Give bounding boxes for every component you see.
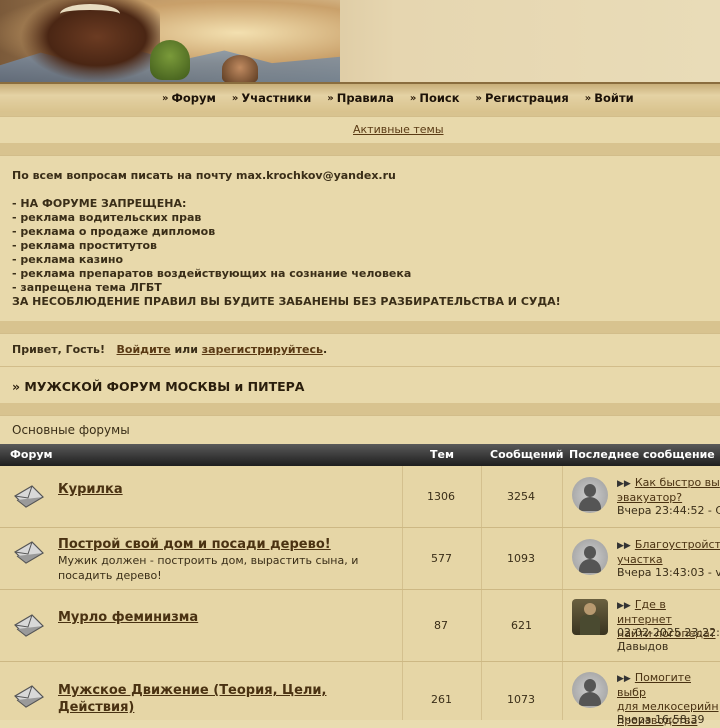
divider — [0, 321, 720, 333]
banner-orc — [150, 40, 190, 80]
double-chevron-icon: » — [409, 92, 417, 104]
nav-login[interactable]: » Войти — [585, 91, 634, 105]
forum-title-link[interactable]: Построй свой дом и посади дерево! — [58, 537, 331, 552]
last-post-meta: Вчера 16:58:39 — [617, 713, 705, 726]
avatar[interactable] — [572, 477, 608, 513]
nav-search[interactable]: » Поиск — [410, 91, 460, 105]
double-chevron-icon: » — [584, 92, 592, 104]
divider — [0, 143, 720, 155]
forum-row: Мурло феминизма 87 621 ▶▶ Где в интернет н… — [0, 590, 720, 662]
nav-rules[interactable]: » Правила — [327, 91, 394, 105]
register-link[interactable]: зарегистрируйтесь — [202, 343, 323, 356]
envelope-icon — [14, 485, 44, 508]
forum-title-bar: » МУЖСКОЙ ФОРУМ МОСКВЫ и ПИТЕРА — [0, 366, 720, 404]
last-post-meta: Вчера 13:43:03 - v — [617, 566, 720, 579]
goto-icon: ▶▶ — [617, 601, 631, 611]
double-chevron-icon: » — [475, 92, 483, 104]
post-count: 621 — [511, 619, 532, 632]
goto-icon: ▶▶ — [617, 479, 631, 489]
double-chevron-icon: » — [162, 92, 169, 104]
section-bar: Основные форумы — [0, 415, 720, 445]
goto-icon: ▶▶ — [617, 541, 631, 551]
greeting-dot: . — [322, 343, 328, 356]
last-post-link[interactable]: ▶▶ Благоустройст участка — [617, 538, 720, 567]
col-last-post: Последнее сообщение — [569, 448, 715, 461]
last-post-author: Давыдов — [617, 640, 669, 653]
col-topics: Тем — [430, 448, 454, 461]
active-topics-link[interactable]: Активные темы — [353, 123, 444, 136]
col-forum: Форум — [10, 448, 53, 461]
contact-text: По всем вопросам писать на почту max.kro… — [12, 169, 396, 182]
rule-item: - запрещена тема ЛГБТ — [12, 281, 162, 294]
double-chevron-icon: » — [327, 92, 334, 104]
rule-item: - реклама проститутов — [12, 239, 157, 252]
banner-human — [222, 55, 258, 82]
rule-item: - реклама о продаже дипломов — [12, 225, 216, 238]
active-topics-bar: Активные темы — [0, 116, 720, 144]
forum-title-link[interactable]: Курилка — [58, 482, 123, 497]
avatar[interactable] — [572, 599, 608, 635]
topic-count: 577 — [431, 552, 452, 565]
greeting-text: Привет, Гость! — [12, 343, 106, 356]
col-posts: Сообщений — [490, 448, 564, 461]
banner-horn — [60, 4, 120, 24]
post-count: 1073 — [507, 693, 535, 706]
main-nav: » Форум » Участники » Правила » Поиск » Регис… — [0, 82, 720, 114]
last-post-meta: 02-02-2025 23:22: — [617, 626, 720, 639]
envelope-icon — [14, 685, 44, 708]
post-count: 3254 — [507, 490, 535, 503]
announcement: По всем вопросам писать на почту max.kro… — [0, 155, 720, 322]
topic-count: 87 — [434, 619, 448, 632]
forum-title-link[interactable]: Мужское Движение (Теория, Цели, Действия… — [58, 682, 348, 716]
forum-table-header: Форум Тем Сообщений Последнее сообщение — [0, 444, 720, 466]
envelope-icon — [14, 614, 44, 637]
guest-greeting: Привет, Гость! Войдите или зарегистрируй… — [0, 333, 720, 367]
envelope-icon — [14, 541, 44, 564]
double-chevron-icon: » — [231, 92, 239, 104]
goto-icon: ▶▶ — [617, 674, 631, 684]
rule-item: - реклама водительских прав — [12, 211, 202, 224]
section-title: Основные форумы — [12, 423, 130, 437]
avatar[interactable] — [572, 672, 608, 708]
avatar[interactable] — [572, 539, 608, 575]
forum-title[interactable]: » МУЖСКОЙ ФОРУМ МОСКВЫ и ПИТЕРА — [12, 379, 304, 394]
rule-item: - реклама казино — [12, 253, 124, 266]
divider — [0, 403, 720, 415]
greeting-or: или — [174, 343, 198, 356]
forum-row: Мужское Движение (Теория, Цели, Действия… — [0, 662, 720, 727]
rule-item: - реклама препаратов воздействующих на с… — [12, 267, 412, 280]
forum-row: Построй свой дом и посади дерево! Мужик … — [0, 528, 720, 590]
last-post-meta: Вчера 23:44:52 - С — [617, 504, 720, 517]
nav-forum[interactable]: » Форум — [162, 91, 216, 105]
header-banner — [0, 0, 720, 82]
forum-description: Мужик должен - построить дом, вырастить … — [58, 554, 359, 582]
forum-title-link[interactable]: Мурло феминизма — [58, 610, 198, 625]
topic-count: 1306 — [427, 490, 455, 503]
forum-row: Курилка 1306 3254 ▶▶ Как быстро вы эвакуат… — [0, 466, 720, 528]
rules-header: - НА ФОРУМЕ ЗАПРЕЩЕНА: — [12, 197, 187, 210]
nav-members[interactable]: » Участники — [232, 91, 311, 105]
ban-warning: ЗА НЕСОБЛЮДЕНИЕ ПРАВИЛ ВЫ БУДИТЕ ЗАБАНЕН… — [12, 295, 561, 308]
login-link[interactable]: Войдите — [117, 343, 171, 356]
last-post-link[interactable]: ▶▶ Как быстро вы эвакуатор? — [617, 476, 720, 505]
post-count: 1093 — [507, 552, 535, 565]
topic-count: 261 — [431, 693, 452, 706]
nav-register[interactable]: » Регистрация — [476, 91, 569, 105]
